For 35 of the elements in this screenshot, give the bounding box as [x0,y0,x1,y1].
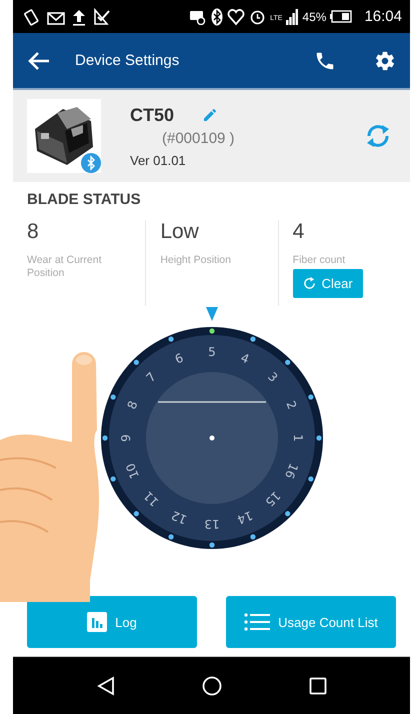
device-name: CT50 [130,104,174,126]
screen-title: Device Settings [75,52,180,69]
back-arrow-icon[interactable] [28,50,50,70]
alarm-icon [249,8,266,25]
stat-value: 8 [27,220,39,244]
bar-chart-icon [87,612,108,632]
usage-count-list-button[interactable]: Usage Count List [226,596,396,648]
section-title: BLADE STATUS [26,190,142,208]
pointer-icon [206,307,218,321]
battery-percent: 45% [302,10,326,24]
home-icon[interactable] [202,676,222,696]
upload-icon [71,8,87,26]
stat-label: Wear at Current Position [27,254,102,280]
settings-icon[interactable] [374,50,396,72]
check-icon [93,8,111,26]
stat-label: Fiber count [292,254,346,267]
recent-apps-icon[interactable] [308,676,327,694]
log-button[interactable]: Log [27,596,197,648]
clear-button[interactable]: Clear [292,268,363,298]
bluetooth-icon [211,8,224,26]
list-icon [244,612,270,632]
bluetooth-icon [81,153,101,173]
vibrate-icon [21,8,41,26]
serial-number: (#000109 ) [162,130,236,146]
refresh-icon [302,276,316,290]
stat-value: 4 [292,220,304,244]
edit-pencil-icon[interactable] [202,107,218,123]
battery-icon [330,10,352,23]
heart-icon [227,8,246,26]
signal-icon [286,8,298,24]
back-icon[interactable] [96,676,116,696]
stat-value: Low [160,220,199,244]
firmware-version: Ver 01.01 [130,152,187,168]
clock-time: 16:04 [364,8,402,25]
stat-label: Height Position [160,254,231,267]
